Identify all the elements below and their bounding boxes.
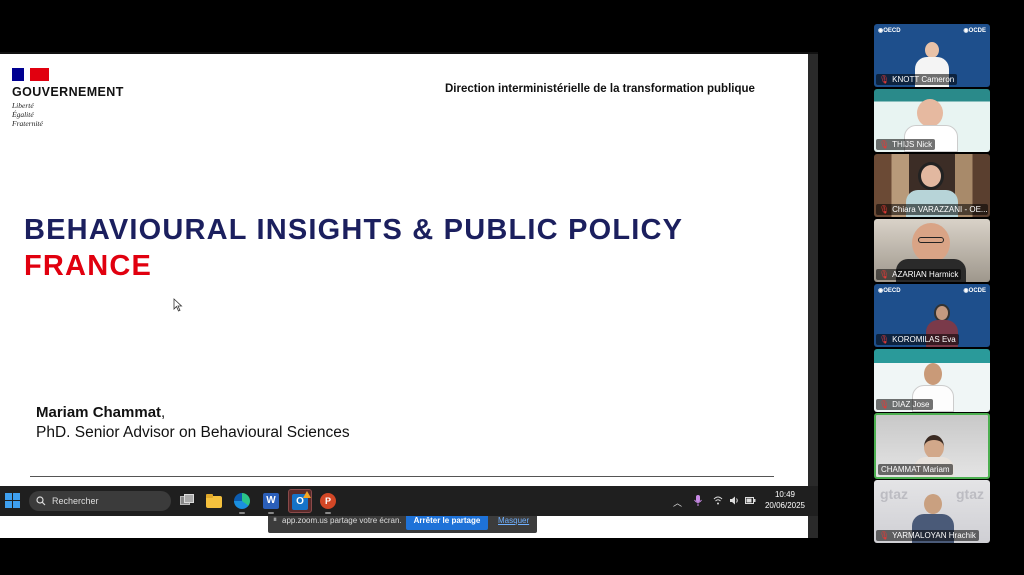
participant-label: 🎙︎ THIJS Nick bbox=[876, 139, 936, 150]
participant-tile[interactable]: 🎙︎ AZARIAN Harmick bbox=[874, 219, 990, 282]
mic-muted-icon: 🎙︎ bbox=[879, 531, 890, 540]
participant-tile[interactable]: gtaz gtaz 🎙︎ YARMALOYAN Hrachik bbox=[874, 480, 990, 543]
participant-label: 🎙︎ AZARIAN Harmick bbox=[876, 269, 962, 280]
task-view-icon[interactable] bbox=[178, 492, 196, 510]
microphone-icon[interactable] bbox=[694, 495, 702, 506]
shared-screen: GOUVERNEMENT Liberté Égalité Fraternité … bbox=[0, 52, 818, 538]
battery-icon[interactable] bbox=[745, 496, 756, 505]
clock-date: 20/06/2025 bbox=[764, 501, 806, 510]
mic-muted-icon: 🎙︎ bbox=[879, 270, 890, 279]
participant-label: 🎙︎ KNOTT Cameron bbox=[876, 74, 958, 85]
participant-label: 🎙︎ KOROMILAS Eva bbox=[876, 334, 959, 345]
hide-share-bar-button[interactable]: Masquer bbox=[498, 516, 529, 525]
share-message: app.zoom.us partage votre écran. bbox=[282, 515, 402, 525]
word-icon[interactable]: W bbox=[262, 492, 280, 510]
taskbar-search[interactable]: Rechercher bbox=[29, 491, 171, 511]
tray-overflow-icon[interactable]: ︿ bbox=[673, 496, 682, 509]
wifi-icon[interactable] bbox=[713, 496, 723, 505]
participant-tile[interactable]: 🎙︎ THIJS Nick bbox=[874, 89, 990, 152]
slide-title: BEHAVIOURAL INSIGHTS & PUBLIC POLICY bbox=[24, 214, 684, 246]
french-flag-icon bbox=[12, 68, 49, 81]
mic-muted-icon: 🎙︎ bbox=[879, 335, 890, 344]
windows-taskbar: Rechercher W O P ︿ 10:49 20/06/2025 bbox=[0, 486, 818, 516]
participant-label: 🎙︎ YARMALOYAN Hrachik bbox=[876, 530, 979, 541]
zoom-meeting-window: GOUVERNEMENT Liberté Égalité Fraternité … bbox=[0, 0, 1024, 575]
government-logo: GOUVERNEMENT Liberté Égalité Fraternité bbox=[12, 68, 124, 128]
outlook-icon[interactable]: O bbox=[288, 489, 312, 513]
participant-label: CHAMMAT Mariam bbox=[878, 464, 953, 475]
slide-divider bbox=[30, 476, 774, 477]
mic-muted-icon: 🎙︎ bbox=[879, 400, 890, 409]
word-running-indicator bbox=[268, 512, 274, 514]
search-placeholder: Rechercher bbox=[52, 496, 99, 506]
slide-subtitle: FRANCE bbox=[24, 250, 153, 282]
participant-tile-active-speaker[interactable]: CHAMMAT Mariam bbox=[874, 413, 990, 479]
drag-handle-icon[interactable]: ⏸ bbox=[268, 515, 282, 525]
participant-tile[interactable]: ◉OECD ◉OCDE 🎙︎ KNOTT Cameron bbox=[874, 24, 990, 87]
edge-running-indicator bbox=[239, 512, 245, 514]
mic-muted-icon: 🎙︎ bbox=[879, 140, 890, 149]
participant-tile[interactable]: 🎙︎ DIAZ Jose bbox=[874, 349, 990, 412]
participant-tile[interactable]: 🎙︎ Chiara VARAZZANI - OE... bbox=[874, 154, 990, 217]
file-explorer-icon[interactable] bbox=[205, 492, 223, 510]
government-name: GOUVERNEMENT bbox=[12, 85, 124, 99]
powerpoint-icon[interactable]: P bbox=[319, 492, 337, 510]
windows-start-icon[interactable] bbox=[5, 493, 20, 508]
presentation-slide: GOUVERNEMENT Liberté Égalité Fraternité … bbox=[0, 54, 808, 538]
search-icon bbox=[36, 496, 46, 506]
edge-icon[interactable] bbox=[233, 492, 251, 510]
clock-time: 10:49 bbox=[774, 490, 796, 499]
author-role: PhD. Senior Advisor on Behavioural Scien… bbox=[36, 424, 350, 441]
author-line: Mariam Chammat, bbox=[36, 404, 165, 421]
participant-label: 🎙︎ Chiara VARAZZANI - OE... bbox=[876, 204, 988, 215]
mic-muted-icon: 🎙︎ bbox=[879, 205, 890, 214]
volume-icon[interactable] bbox=[729, 496, 740, 505]
vertical-scrollbar[interactable] bbox=[808, 54, 818, 538]
mic-muted-icon: 🎙︎ bbox=[879, 75, 890, 84]
mouse-cursor-icon bbox=[173, 298, 183, 312]
powerpoint-running-indicator bbox=[325, 512, 331, 514]
author-comma: , bbox=[161, 404, 166, 421]
participant-label: 🎙︎ DIAZ Jose bbox=[876, 399, 933, 410]
participant-tile[interactable]: ◉OECD ◉OCDE 🎙︎ KOROMILAS Eva bbox=[874, 284, 990, 347]
government-motto: Liberté Égalité Fraternité bbox=[12, 101, 43, 128]
author-name: Mariam Chammat bbox=[36, 404, 162, 421]
direction-heading: Direction interministérielle de la trans… bbox=[445, 83, 755, 95]
system-clock[interactable]: 10:49 20/06/2025 bbox=[760, 489, 810, 511]
